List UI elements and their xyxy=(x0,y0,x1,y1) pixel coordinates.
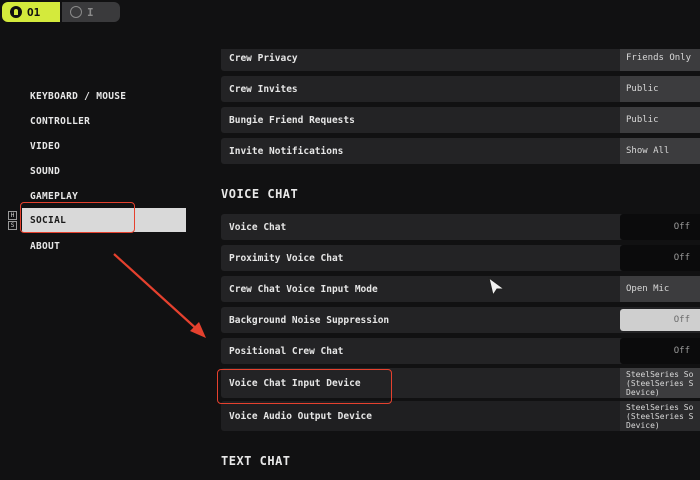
annotation-arrow-icon xyxy=(113,253,206,338)
cursor-icon xyxy=(488,276,506,297)
